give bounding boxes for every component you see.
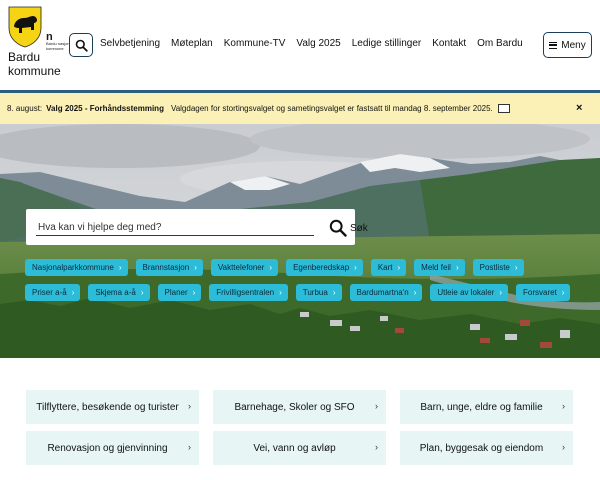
menu-button[interactable]: Meny <box>543 32 592 58</box>
quicklink-egenberedskap[interactable]: Egenberedskap › <box>286 259 363 276</box>
search-input[interactable] <box>36 219 314 236</box>
category-vei-vann-avlop[interactable]: Vei, vann og avløp › <box>213 431 386 465</box>
chevron-right-icon: › <box>375 401 378 411</box>
quicklink-label: Utleie av lokaler <box>437 288 495 297</box>
quicklink-label: Skjema a-å <box>95 288 136 297</box>
alert-title[interactable]: Valg 2025 - Forhåndsstemming <box>46 104 164 113</box>
quicklink-label: Vakttelefoner <box>217 263 265 272</box>
quicklink-forsvaret[interactable]: Forsvaret › <box>516 284 571 301</box>
category-label: Barnehage, Skoler og SFO <box>234 401 355 413</box>
quicklink-label: Brannstasjon <box>142 263 190 272</box>
chevron-right-icon: › <box>562 442 565 452</box>
quicklink-label: Turbua <box>302 288 328 297</box>
quicklink-turbua[interactable]: Turbua › <box>295 284 342 301</box>
chevron-right-icon: › <box>188 401 191 411</box>
category-label: Barn, unge, eldre og familie <box>420 401 543 413</box>
quicklink-bardumartnan[interactable]: Bardumartna'n › <box>349 284 423 301</box>
quicklink-label: Nasjonalparkkommune <box>32 263 114 272</box>
quicklink-meld-feil[interactable]: Meld feil › <box>414 259 465 276</box>
chevron-right-icon: › <box>140 288 144 297</box>
chevron-right-icon: › <box>562 401 565 411</box>
nav-item-ledige-stillinger[interactable]: Ledige stillinger <box>352 38 422 49</box>
chevron-right-icon: › <box>194 263 197 272</box>
quicklink-kart[interactable]: Kart › <box>370 259 407 276</box>
chevron-right-icon: › <box>413 288 417 297</box>
category-label: Renovasjon og gjenvinning <box>47 442 168 454</box>
quicklink-label: Planer <box>164 288 188 297</box>
category-grid: Tilflyttere, besøkende og turister › Barn… <box>26 390 576 465</box>
chevron-right-icon: › <box>514 263 518 272</box>
chevron-right-icon: › <box>279 288 282 297</box>
quicklink-label: Priser a-å <box>32 288 67 297</box>
nav-item-om-bardu[interactable]: Om Bardu <box>477 38 523 49</box>
quicklink-brannstasjon[interactable]: Brannstasjon › <box>135 259 203 276</box>
site-search: Søk <box>26 209 368 245</box>
chevron-right-icon: › <box>269 263 273 272</box>
quicklink-skjema[interactable]: Skjema a-å › <box>88 284 150 301</box>
quicklink-vakttelefoner[interactable]: Vakttelefoner › <box>210 259 279 276</box>
quicklink-label: Bardumartna'n <box>356 288 409 297</box>
main-nav: Selvbetjening Møteplan Kommune-TV Valg 2… <box>100 38 534 49</box>
chevron-right-icon: › <box>375 442 378 452</box>
quicklink-utleie-av-lokaler[interactable]: Utleie av lokaler › <box>430 284 508 301</box>
category-label: Vei, vann og avløp <box>253 442 336 454</box>
chevron-right-icon: › <box>118 263 122 272</box>
category-barnehage-skoler-sfo[interactable]: Barnehage, Skoler og SFO › <box>213 390 386 424</box>
quicklink-label: Postliste <box>479 263 510 272</box>
chevron-right-icon: › <box>499 288 502 297</box>
chevron-right-icon: › <box>192 288 196 297</box>
quicklink-label: Kart <box>377 263 393 272</box>
nav-item-kontakt[interactable]: Kontakt <box>432 38 466 49</box>
bear-shield-icon <box>8 6 42 48</box>
header-search-button[interactable] <box>69 33 93 57</box>
alert-banner: 8. august: Valg 2025 - Forhåndsstemming … <box>0 93 600 124</box>
category-tilflyttere[interactable]: Tilflyttere, besøkende og turister › <box>26 390 199 424</box>
logo-name-line2: kommune <box>8 64 61 78</box>
category-label: Plan, byggesak og eiendom <box>419 442 544 454</box>
quicklink-frivilligsentralen[interactable]: Frivilligsentralen › <box>209 284 288 301</box>
chevron-right-icon: › <box>561 288 565 297</box>
chevron-right-icon: › <box>188 442 191 452</box>
nav-item-valg-2025[interactable]: Valg 2025 <box>296 38 340 49</box>
search-submit-button[interactable]: Søk <box>329 219 368 237</box>
chevron-right-icon: › <box>354 263 357 272</box>
logo-name: Bardu kommune <box>8 50 61 78</box>
category-renovasjon[interactable]: Renovasjon og gjenvinning › <box>26 431 199 465</box>
site-header: n Bardu nasjonalpark-kommune Bardu kommu… <box>0 0 600 90</box>
chevron-right-icon: › <box>332 288 336 297</box>
category-plan-byggesak-eiendom[interactable]: Plan, byggesak og eiendom › <box>400 431 573 465</box>
quicklink-label: Egenberedskap <box>293 263 350 272</box>
quicklink-label: Frivilligsentralen <box>216 288 275 297</box>
nav-item-selvbetjening[interactable]: Selvbetjening <box>100 38 160 49</box>
chevron-right-icon: › <box>397 263 401 272</box>
category-barn-unge-eldre-familie[interactable]: Barn, unge, eldre og familie › <box>400 390 573 424</box>
quicklink-priser[interactable]: Priser a-å › <box>25 284 81 301</box>
nav-item-kommune-tv[interactable]: Kommune-TV <box>224 38 286 49</box>
search-icon <box>329 219 347 237</box>
close-icon[interactable]: × <box>576 102 582 114</box>
quicklink-planer[interactable]: Planer › <box>157 284 202 301</box>
quicklink-label: Meld feil <box>421 263 451 272</box>
chevron-right-icon: › <box>71 288 75 297</box>
chevron-right-icon: › <box>455 263 459 272</box>
menu-label: Meny <box>561 39 586 51</box>
quicklink-label: Forsvaret <box>523 288 557 297</box>
search-submit-label: Søk <box>350 222 368 234</box>
hamburger-icon <box>549 41 558 49</box>
alert-text: Valgdagen for stortingsvalget og sametin… <box>170 104 493 113</box>
nav-item-moteplan[interactable]: Møteplan <box>171 38 213 49</box>
quicklink-postliste[interactable]: Postliste › <box>472 259 524 276</box>
alert-date: 8. august: <box>7 104 43 113</box>
search-icon <box>75 39 88 52</box>
quicklink-nasjonalparkkommune[interactable]: Nasjonalparkkommune › <box>25 259 128 276</box>
category-label: Tilflyttere, besøkende og turister <box>36 401 179 413</box>
logo-name-line1: Bardu <box>8 50 41 64</box>
quicklinks: Nasjonalparkkommune › Brannstasjon › Vaktt… <box>25 259 585 309</box>
alert-expand-icon[interactable] <box>497 104 510 113</box>
